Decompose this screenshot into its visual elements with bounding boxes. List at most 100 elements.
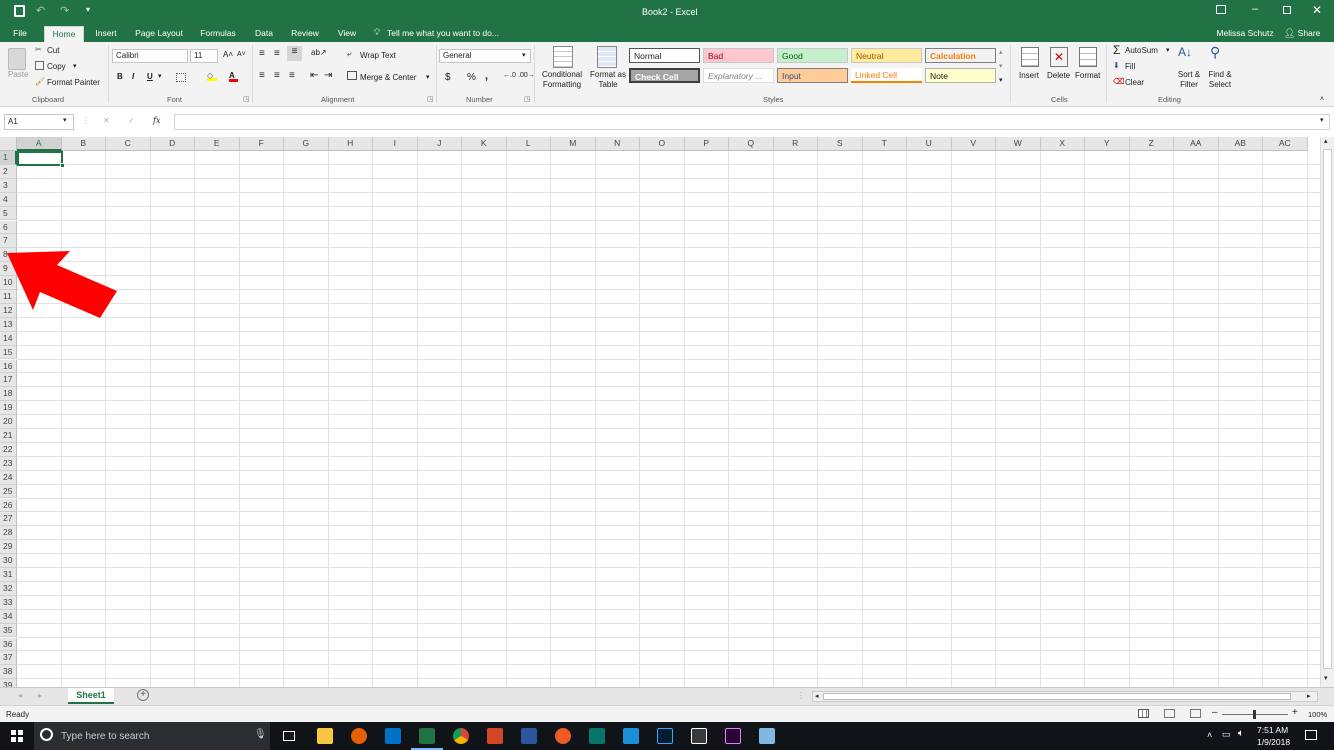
bold-button[interactable]: B: [117, 72, 123, 81]
row-header[interactable]: 16: [0, 359, 17, 374]
row-header[interactable]: 30: [0, 554, 17, 568]
sort-filter-icon[interactable]: A↓: [1178, 45, 1192, 59]
row-header[interactable]: 21: [0, 429, 17, 443]
search-placeholder[interactable]: Type here to search: [61, 731, 149, 742]
row-header[interactable]: 3: [0, 178, 17, 193]
number-format-dropdown-icon[interactable]: ▾: [522, 51, 526, 59]
zoom-slider-thumb[interactable]: [1253, 710, 1256, 719]
format-cells-button[interactable]: Format: [1075, 71, 1100, 80]
column-header[interactable]: D: [150, 137, 195, 151]
column-header[interactable]: K: [462, 137, 507, 151]
row-header[interactable]: 36: [0, 637, 17, 652]
vertical-scrollbar[interactable]: ▴ ▾: [1320, 137, 1334, 687]
style-explanatory[interactable]: Explanatory ...: [703, 68, 774, 83]
firefox-icon[interactable]: [351, 728, 367, 744]
minimize-icon[interactable]: –: [1252, 3, 1258, 15]
insert-cells-button[interactable]: Insert: [1019, 71, 1039, 80]
row-header[interactable]: 27: [0, 512, 17, 527]
clock-time[interactable]: 7:51 AM: [1257, 725, 1288, 735]
styles-scroll-down-icon[interactable]: ▾: [999, 62, 1003, 70]
row-header[interactable]: 33: [0, 595, 17, 610]
row-header[interactable]: 15: [0, 345, 17, 360]
column-header[interactable]: AC: [1263, 137, 1308, 151]
undo-icon[interactable]: ↶: [36, 4, 45, 17]
restore-icon[interactable]: [1283, 6, 1291, 14]
row-header[interactable]: 34: [0, 609, 17, 624]
decrease-font-icon[interactable]: A˅: [237, 51, 246, 58]
delete-cells-icon[interactable]: ✕: [1050, 47, 1068, 67]
font-launcher-icon[interactable]: ◳: [243, 95, 250, 103]
alignment-launcher-icon[interactable]: ◳: [427, 95, 434, 103]
excel-taskbar-icon[interactable]: [419, 728, 435, 744]
column-header[interactable]: C: [106, 137, 151, 151]
copy-icon[interactable]: [35, 61, 44, 70]
task-view-icon[interactable]: [283, 731, 295, 741]
tab-page-layout[interactable]: Page Layout: [132, 26, 186, 42]
delete-cells-button[interactable]: Delete: [1047, 71, 1070, 80]
cancel-entry-icon[interactable]: ✕: [103, 116, 110, 125]
show-hidden-icons[interactable]: ˄: [1207, 730, 1212, 740]
tab-view[interactable]: View: [332, 26, 362, 42]
column-header[interactable]: A: [17, 137, 62, 151]
column-header[interactable]: L: [506, 137, 551, 151]
expand-formula-icon[interactable]: ▾: [1320, 116, 1324, 124]
number-launcher-icon[interactable]: ◳: [524, 95, 531, 103]
row-header[interactable]: 2: [0, 164, 17, 179]
decrease-decimal-icon[interactable]: .00→: [518, 72, 535, 79]
fill-handle[interactable]: [60, 163, 65, 168]
sheet-prev-icon[interactable]: ◂: [18, 691, 22, 700]
row-header[interactable]: 28: [0, 526, 17, 541]
fill-icon[interactable]: ⬇: [1113, 61, 1120, 70]
row-header[interactable]: 38: [0, 665, 17, 680]
decrease-indent-icon[interactable]: ⇤: [310, 70, 318, 81]
format-painter-icon[interactable]: 🖌︎: [35, 77, 45, 86]
row-header[interactable]: 25: [0, 484, 17, 499]
format-cells-icon[interactable]: [1079, 47, 1097, 67]
horizontal-scroll-thumb[interactable]: [823, 693, 1291, 700]
scroll-up-icon[interactable]: ▴: [1324, 137, 1328, 145]
customize-qat-icon[interactable]: ▾: [86, 5, 90, 14]
tab-formulas[interactable]: Formulas: [196, 26, 240, 42]
zoom-level[interactable]: 100%: [1308, 710, 1327, 719]
style-normal[interactable]: Normal: [629, 48, 700, 63]
publisher-icon[interactable]: [589, 728, 605, 744]
autosum-dropdown-icon[interactable]: ▾: [1166, 46, 1170, 54]
page-layout-view-icon[interactable]: [1164, 709, 1175, 718]
font-color-icon[interactable]: A: [229, 71, 238, 82]
align-top-icon[interactable]: ≡: [259, 48, 265, 59]
style-note[interactable]: Note: [925, 68, 996, 83]
merge-center-icon[interactable]: [347, 71, 357, 80]
align-middle-icon[interactable]: ≡: [274, 48, 280, 59]
row-header[interactable]: 6: [0, 220, 17, 235]
row-header[interactable]: 5: [0, 206, 17, 221]
tab-data[interactable]: Data: [250, 26, 278, 42]
format-as-table-button[interactable]: Format as Table: [588, 70, 628, 90]
copy-button[interactable]: Copy: [47, 62, 66, 71]
align-left-icon[interactable]: ≡: [259, 70, 265, 81]
styles-more-icon[interactable]: ▾: [999, 76, 1003, 84]
row-header[interactable]: 4: [0, 192, 17, 207]
underline-button[interactable]: U: [147, 72, 153, 81]
orientation-icon[interactable]: ab↗: [311, 48, 327, 57]
number-format-select[interactable]: General: [439, 49, 531, 63]
column-header[interactable]: AB: [1218, 137, 1263, 151]
outlook-icon[interactable]: [385, 728, 401, 744]
underline-dropdown-icon[interactable]: ▾: [158, 72, 162, 80]
clock-date[interactable]: 1/9/2018: [1257, 737, 1290, 747]
sticky-notes-icon[interactable]: [623, 728, 639, 744]
percent-button[interactable]: %: [467, 72, 476, 83]
style-good[interactable]: Good: [777, 48, 848, 63]
row-header[interactable]: 26: [0, 498, 17, 513]
align-center-icon[interactable]: ≡: [274, 70, 280, 81]
column-header[interactable]: O: [640, 137, 685, 151]
column-header[interactable]: J: [417, 137, 462, 151]
vertical-scroll-thumb[interactable]: [1323, 149, 1332, 669]
column-header[interactable]: W: [996, 137, 1041, 151]
photoshop-icon[interactable]: [657, 728, 673, 744]
column-header[interactable]: X: [1040, 137, 1085, 151]
cut-button[interactable]: Cut: [47, 46, 59, 55]
column-header[interactable]: AA: [1174, 137, 1219, 151]
paste-icon[interactable]: [8, 48, 26, 70]
row-header[interactable]: 23: [0, 456, 17, 471]
microphone-icon[interactable]: 🎙︎: [254, 729, 267, 740]
